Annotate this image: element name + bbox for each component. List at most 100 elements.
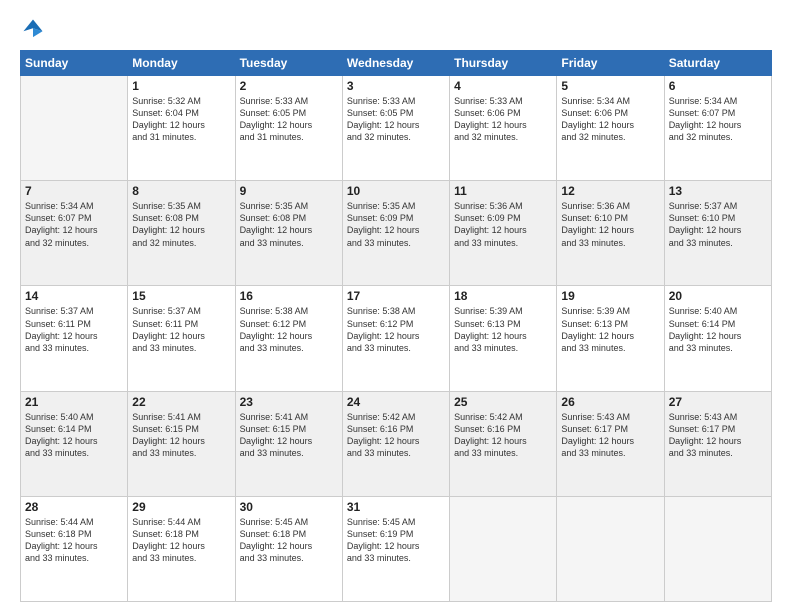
calendar-day: 23 Sunrise: 5:41 AMSunset: 6:15 PMDayligh… [235,391,342,496]
day-of-week-header: SundayMondayTuesdayWednesdayThursdayFrid… [21,51,772,76]
day-info: Sunrise: 5:38 AMSunset: 6:12 PMDaylight:… [240,305,338,354]
calendar-day: 5Sunrise: 5:34 AMSunset: 6:06 PMDaylight… [557,76,664,181]
day-number: 15 [132,289,230,303]
dow-saturday: Saturday [664,51,771,76]
day-number: 9 [240,184,338,198]
calendar-day: 20 Sunrise: 5:40 AMSunset: 6:14 PMDayligh… [664,286,771,391]
calendar-day: 24 Sunrise: 5:42 AMSunset: 6:16 PMDayligh… [342,391,449,496]
day-number: 13 [669,184,767,198]
calendar-day: 27Sunrise: 5:43 AMSunset: 6:17 PMDayligh… [664,391,771,496]
calendar-day: 28 Sunrise: 5:44 AMSunset: 6:18 PMDayligh… [21,496,128,601]
day-number: 27 [669,395,767,409]
calendar-day: 19Sunrise: 5:39 AMSunset: 6:13 PMDayligh… [557,286,664,391]
calendar-day: 7Sunrise: 5:34 AMSunset: 6:07 PMDaylight… [21,181,128,286]
logo-bird-icon [22,18,44,40]
day-number: 11 [454,184,552,198]
day-info: Sunrise: 5:44 AMSunset: 6:18 PMDaylight:… [25,516,123,565]
day-number: 10 [347,184,445,198]
day-info: Sunrise: 5:37 AMSunset: 6:10 PMDaylight:… [669,200,767,249]
calendar-day: 14 Sunrise: 5:37 AMSunset: 6:11 PMDayligh… [21,286,128,391]
day-info: Sunrise: 5:33 AMSunset: 6:05 PMDaylight:… [240,95,338,144]
day-number: 14 [25,289,123,303]
calendar-day: 4 Sunrise: 5:33 AMSunset: 6:06 PMDaylight… [450,76,557,181]
calendar-day: 31 Sunrise: 5:45 AMSunset: 6:19 PMDayligh… [342,496,449,601]
day-number: 1 [132,79,230,93]
day-info: Sunrise: 5:35 AMSunset: 6:08 PMDaylight:… [132,200,230,249]
calendar-day: 30 Sunrise: 5:45 AMSunset: 6:18 PMDayligh… [235,496,342,601]
day-number: 24 [347,395,445,409]
day-number: 12 [561,184,659,198]
calendar-day: 15 Sunrise: 5:37 AMSunset: 6:11 PMDayligh… [128,286,235,391]
day-number: 30 [240,500,338,514]
calendar-day: 25 Sunrise: 5:42 AMSunset: 6:16 PMDayligh… [450,391,557,496]
week-row-4: 21Sunrise: 5:40 AMSunset: 6:14 PMDayligh… [21,391,772,496]
calendar-day: 11 Sunrise: 5:36 AMSunset: 6:09 PMDayligh… [450,181,557,286]
calendar-day: 6 Sunrise: 5:34 AMSunset: 6:07 PMDaylight… [664,76,771,181]
day-info: Sunrise: 5:35 AMSunset: 6:08 PMDaylight:… [240,200,338,249]
calendar-day: 16 Sunrise: 5:38 AMSunset: 6:12 PMDayligh… [235,286,342,391]
day-number: 29 [132,500,230,514]
calendar-day: 17Sunrise: 5:38 AMSunset: 6:12 PMDayligh… [342,286,449,391]
calendar-day: 29 Sunrise: 5:44 AMSunset: 6:18 PMDayligh… [128,496,235,601]
dow-sunday: Sunday [21,51,128,76]
week-row-1: 1 Sunrise: 5:32 AMSunset: 6:04 PMDaylight… [21,76,772,181]
day-info: Sunrise: 5:42 AMSunset: 6:16 PMDaylight:… [454,411,552,460]
calendar-day: 2 Sunrise: 5:33 AMSunset: 6:05 PMDaylight… [235,76,342,181]
calendar-day: 13 Sunrise: 5:37 AMSunset: 6:10 PMDayligh… [664,181,771,286]
day-number: 7 [25,184,123,198]
day-number: 22 [132,395,230,409]
day-info: Sunrise: 5:34 AMSunset: 6:06 PMDaylight:… [561,95,659,144]
calendar-day [21,76,128,181]
day-info: Sunrise: 5:40 AMSunset: 6:14 PMDaylight:… [25,411,123,460]
day-number: 23 [240,395,338,409]
day-number: 8 [132,184,230,198]
day-number: 16 [240,289,338,303]
day-info: Sunrise: 5:36 AMSunset: 6:10 PMDaylight:… [561,200,659,249]
day-info: Sunrise: 5:34 AMSunset: 6:07 PMDaylight:… [669,95,767,144]
day-number: 20 [669,289,767,303]
day-number: 3 [347,79,445,93]
day-info: Sunrise: 5:37 AMSunset: 6:11 PMDaylight:… [25,305,123,354]
dow-wednesday: Wednesday [342,51,449,76]
calendar-day: 22 Sunrise: 5:41 AMSunset: 6:15 PMDayligh… [128,391,235,496]
week-row-3: 14 Sunrise: 5:37 AMSunset: 6:11 PMDayligh… [21,286,772,391]
header [20,18,772,40]
day-number: 6 [669,79,767,93]
day-info: Sunrise: 5:33 AMSunset: 6:06 PMDaylight:… [454,95,552,144]
dow-monday: Monday [128,51,235,76]
calendar-day: 8 Sunrise: 5:35 AMSunset: 6:08 PMDaylight… [128,181,235,286]
day-info: Sunrise: 5:43 AMSunset: 6:17 PMDaylight:… [561,411,659,460]
calendar-day [557,496,664,601]
day-number: 31 [347,500,445,514]
day-number: 28 [25,500,123,514]
calendar-day: 1 Sunrise: 5:32 AMSunset: 6:04 PMDaylight… [128,76,235,181]
day-number: 19 [561,289,659,303]
day-info: Sunrise: 5:37 AMSunset: 6:11 PMDaylight:… [132,305,230,354]
week-row-2: 7Sunrise: 5:34 AMSunset: 6:07 PMDaylight… [21,181,772,286]
day-info: Sunrise: 5:45 AMSunset: 6:18 PMDaylight:… [240,516,338,565]
dow-tuesday: Tuesday [235,51,342,76]
day-info: Sunrise: 5:36 AMSunset: 6:09 PMDaylight:… [454,200,552,249]
day-number: 4 [454,79,552,93]
calendar-day [450,496,557,601]
calendar-day: 10Sunrise: 5:35 AMSunset: 6:09 PMDayligh… [342,181,449,286]
logo [20,18,44,40]
day-info: Sunrise: 5:44 AMSunset: 6:18 PMDaylight:… [132,516,230,565]
day-number: 2 [240,79,338,93]
calendar-day: 26Sunrise: 5:43 AMSunset: 6:17 PMDayligh… [557,391,664,496]
day-info: Sunrise: 5:41 AMSunset: 6:15 PMDaylight:… [240,411,338,460]
day-info: Sunrise: 5:41 AMSunset: 6:15 PMDaylight:… [132,411,230,460]
day-info: Sunrise: 5:45 AMSunset: 6:19 PMDaylight:… [347,516,445,565]
day-number: 25 [454,395,552,409]
day-info: Sunrise: 5:32 AMSunset: 6:04 PMDaylight:… [132,95,230,144]
week-row-5: 28 Sunrise: 5:44 AMSunset: 6:18 PMDayligh… [21,496,772,601]
calendar-day: 3 Sunrise: 5:33 AMSunset: 6:05 PMDaylight… [342,76,449,181]
day-info: Sunrise: 5:33 AMSunset: 6:05 PMDaylight:… [347,95,445,144]
calendar-day [664,496,771,601]
dow-thursday: Thursday [450,51,557,76]
calendar-day: 12 Sunrise: 5:36 AMSunset: 6:10 PMDayligh… [557,181,664,286]
day-info: Sunrise: 5:40 AMSunset: 6:14 PMDaylight:… [669,305,767,354]
day-info: Sunrise: 5:42 AMSunset: 6:16 PMDaylight:… [347,411,445,460]
day-number: 18 [454,289,552,303]
day-info: Sunrise: 5:39 AMSunset: 6:13 PMDaylight:… [454,305,552,354]
